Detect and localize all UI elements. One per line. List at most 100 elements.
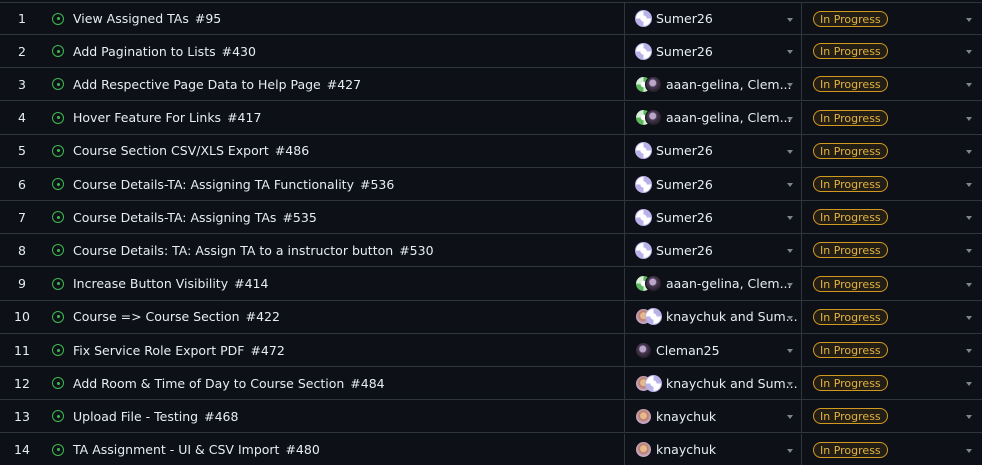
assignees-dropdown-chevron-icon[interactable] [787, 349, 793, 353]
status-dropdown-chevron-icon[interactable] [966, 315, 972, 320]
table-row[interactable]: 1 View Assigned TAs #95 Sumer26 In Progr… [0, 2, 982, 35]
assignees-cell[interactable]: knaychuk [625, 433, 802, 465]
assignees-cell[interactable]: Cleman25 [625, 334, 802, 366]
title-cell[interactable]: Course Details-TA: Assigning TA Function… [44, 168, 625, 200]
assignees-dropdown-chevron-icon[interactable] [787, 216, 793, 221]
table-row[interactable]: 3 Add Respective Page Data to Help Page … [0, 68, 982, 102]
issue-title[interactable]: TA Assignment - UI & CSV Import [73, 442, 279, 457]
status-dropdown-chevron-icon[interactable] [966, 18, 972, 22]
assignees-dropdown-chevron-icon[interactable] [787, 382, 793, 387]
status-cell[interactable]: In Progress [802, 301, 982, 333]
table-row[interactable]: 4 Hover Feature For Links #417 aaan-geli… [0, 101, 982, 135]
title-cell[interactable]: Course => Course Section #422 [44, 300, 625, 333]
title-cell[interactable]: Add Respective Page Data to Help Page #4… [44, 68, 625, 101]
status-cell[interactable]: In Progress [802, 434, 982, 465]
issue-title[interactable]: View Assigned TAs [73, 11, 189, 26]
status-dropdown-chevron-icon[interactable] [966, 216, 972, 221]
table-row[interactable]: 10 Course => Course Section #422 knaychu… [0, 300, 982, 334]
status-dropdown-chevron-icon[interactable] [966, 282, 972, 287]
table-row[interactable]: 13 Upload File - Testing #468 knaychuk I… [0, 400, 982, 434]
table-row[interactable]: 12 Add Room & Time of Day to Course Sect… [0, 367, 982, 401]
status-cell[interactable]: In Progress [802, 400, 982, 432]
issue-title[interactable]: Course Details-TA: Assigning TAs [73, 210, 276, 225]
status-cell[interactable]: In Progress [802, 234, 982, 266]
status-cell[interactable]: In Progress [802, 334, 982, 366]
assignees-cell[interactable]: aaan-gelina, Clem... [625, 68, 802, 101]
issue-title[interactable]: Add Room & Time of Day to Course Section [73, 376, 344, 391]
assignees-dropdown-chevron-icon[interactable] [787, 83, 793, 88]
title-cell[interactable]: Increase Button Visibility #414 [44, 267, 625, 300]
issue-title[interactable]: Fix Service Role Export PDF [73, 343, 244, 358]
assignees-dropdown-chevron-icon[interactable] [787, 448, 793, 453]
title-cell[interactable]: Course Details-TA: Assigning TAs #535 [44, 201, 625, 234]
assignees-dropdown-chevron-icon[interactable] [787, 149, 793, 154]
assignees-dropdown-chevron-icon[interactable] [787, 116, 793, 121]
status-dropdown-chevron-icon[interactable] [966, 448, 972, 453]
title-cell[interactable]: TA Assignment - UI & CSV Import #480 [44, 433, 625, 465]
status-dropdown-chevron-icon[interactable] [966, 382, 972, 387]
table-row[interactable]: 5 Course Section CSV/XLS Export #486 Sum… [0, 134, 982, 168]
status-dropdown-chevron-icon[interactable] [966, 116, 972, 121]
status-cell[interactable]: In Progress [802, 102, 982, 134]
table-row[interactable]: 6 Course Details-TA: Assigning TA Functi… [0, 168, 982, 201]
assignees-cell[interactable]: Sumer26 [625, 3, 802, 34]
assignees-cell[interactable]: Sumer26 [625, 134, 802, 167]
table-row[interactable]: 9 Increase Button Visibility #414 aaan-g… [0, 267, 982, 301]
assignees-cell[interactable]: Sumer26 [625, 168, 802, 200]
assignees-dropdown-chevron-icon[interactable] [787, 415, 793, 420]
issue-number: #422 [245, 309, 280, 325]
title-cell[interactable]: Hover Feature For Links #417 [44, 101, 625, 134]
assignees-dropdown-chevron-icon[interactable] [787, 183, 793, 187]
assignees-dropdown-chevron-icon[interactable] [787, 18, 793, 22]
title-cell[interactable]: Upload File - Testing #468 [44, 400, 625, 433]
status-dropdown-chevron-icon[interactable] [966, 415, 972, 420]
issue-title[interactable]: Course Section CSV/XLS Export [73, 143, 269, 158]
assignees-cell[interactable]: knaychuk and Sum... [625, 300, 802, 333]
title-cell[interactable]: Fix Service Role Export PDF #472 [44, 334, 625, 366]
title-cell[interactable]: View Assigned TAs #95 [44, 3, 625, 34]
issue-title[interactable]: Course => Course Section [73, 309, 240, 324]
assignees-cell[interactable]: knaychuk [625, 400, 802, 433]
status-cell[interactable]: In Progress [802, 135, 982, 167]
title-cell[interactable]: Course Section CSV/XLS Export #486 [44, 134, 625, 167]
issue-title[interactable]: Upload File - Testing [73, 409, 198, 424]
assignees-dropdown-chevron-icon[interactable] [787, 282, 793, 287]
table-row[interactable]: 2 Add Pagination to Lists #430 Sumer26 I… [0, 35, 982, 69]
status-dropdown-chevron-icon[interactable] [966, 149, 972, 154]
issue-title[interactable]: Course Details: TA: Assign TA to a instr… [73, 243, 393, 258]
issue-title[interactable]: Hover Feature For Links [73, 110, 221, 125]
status-dropdown-chevron-icon[interactable] [966, 249, 972, 254]
assignee-names: Cleman25 [656, 342, 720, 358]
assignees-cell[interactable]: knaychuk and Sum... [625, 367, 802, 400]
status-cell[interactable]: In Progress [802, 68, 982, 100]
status-cell[interactable]: In Progress [802, 3, 982, 34]
status-cell[interactable]: In Progress [802, 35, 982, 67]
title-cell[interactable]: Course Details: TA: Assign TA to a instr… [44, 234, 625, 267]
assignees-dropdown-chevron-icon[interactable] [787, 50, 793, 55]
issue-title[interactable]: Increase Button Visibility [73, 276, 228, 291]
issue-title[interactable]: Add Respective Page Data to Help Page [73, 77, 321, 92]
status-cell[interactable]: In Progress [802, 367, 982, 399]
title-cell[interactable]: Add Pagination to Lists #430 [44, 35, 625, 68]
table-row[interactable]: 11 Fix Service Role Export PDF #472 Clem… [0, 334, 982, 367]
assignees-cell[interactable]: Sumer26 [625, 234, 802, 267]
assignees-cell[interactable]: Sumer26 [625, 201, 802, 234]
assignees-cell[interactable]: aaan-gelina, Clem... [625, 101, 802, 134]
table-row[interactable]: 14 TA Assignment - UI & CSV Import #480 … [0, 433, 982, 465]
status-cell[interactable]: In Progress [802, 268, 982, 300]
status-cell[interactable]: In Progress [802, 168, 982, 200]
assignees-cell[interactable]: aaan-gelina, Clem... [625, 267, 802, 300]
issue-title[interactable]: Add Pagination to Lists [73, 44, 216, 59]
assignees-dropdown-chevron-icon[interactable] [787, 315, 793, 320]
status-dropdown-chevron-icon[interactable] [966, 50, 972, 55]
table-row[interactable]: 7 Course Details-TA: Assigning TAs #535 … [0, 201, 982, 235]
assignees-cell[interactable]: Sumer26 [625, 35, 802, 68]
status-dropdown-chevron-icon[interactable] [966, 349, 972, 353]
status-dropdown-chevron-icon[interactable] [966, 83, 972, 88]
status-dropdown-chevron-icon[interactable] [966, 183, 972, 187]
issue-title[interactable]: Course Details-TA: Assigning TA Function… [73, 177, 354, 192]
assignees-dropdown-chevron-icon[interactable] [787, 249, 793, 254]
status-cell[interactable]: In Progress [802, 201, 982, 233]
table-row[interactable]: 8 Course Details: TA: Assign TA to a ins… [0, 234, 982, 268]
title-cell[interactable]: Add Room & Time of Day to Course Section… [44, 367, 625, 400]
